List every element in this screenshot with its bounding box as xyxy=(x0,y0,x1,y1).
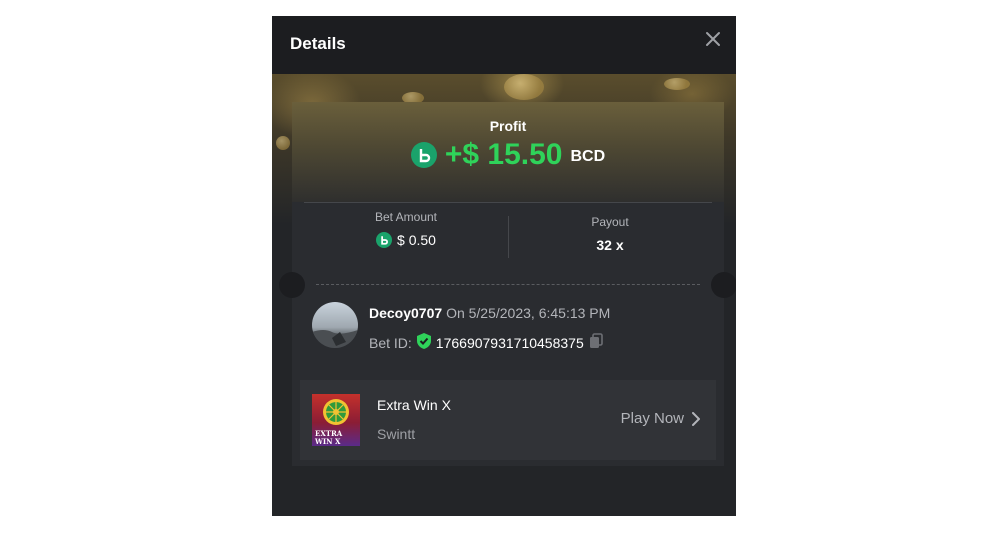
decorative-coin xyxy=(276,136,290,150)
shield-check-icon xyxy=(416,333,431,352)
modal-header: Details xyxy=(272,16,736,74)
bet-amount-stat: Bet Amount $ 0.50 xyxy=(306,210,506,248)
bet-id-value: 1766907931710458375 xyxy=(435,334,584,351)
payout-stat: Payout 32 x xyxy=(510,215,710,253)
profit-label: Profit xyxy=(489,118,527,134)
profit-row: +$ 15.50 BCD xyxy=(292,138,724,172)
modal-title: Details xyxy=(290,34,346,53)
close-button[interactable] xyxy=(704,30,722,48)
avatar-image xyxy=(312,330,358,348)
dashed-separator xyxy=(316,284,700,285)
bet-amount-label: Bet Amount xyxy=(374,210,438,224)
bet-date: On 5/25/2023, 6:45:13 PM xyxy=(446,305,611,321)
bet-id-label: Bet ID: xyxy=(369,334,412,351)
game-row[interactable]: EXTRA WIN X Extra Win X Swintt Play Now xyxy=(300,380,716,460)
bcd-coin-icon xyxy=(376,232,393,248)
bet-details-card: Profit +$ 15.50 BCD Bet Amount $ 0.50 Pa… xyxy=(279,102,736,466)
bet-amount-value-row: $ 0.50 xyxy=(306,232,506,248)
ticket-notch-left xyxy=(279,272,305,298)
username[interactable]: Decoy0707 xyxy=(369,305,442,321)
details-modal: Details Profit +$ 15.50 BCD Bet Amount $… xyxy=(272,16,736,516)
chevron-right-icon xyxy=(692,411,700,426)
profit-section: Profit +$ 15.50 BCD xyxy=(292,102,724,202)
profit-value: +$ 15.50 xyxy=(444,138,563,171)
play-now-label: Play Now xyxy=(620,410,684,427)
profit-currency: BCD xyxy=(570,148,606,165)
game-name[interactable]: Extra Win X xyxy=(377,397,451,413)
game-thumbnail[interactable]: EXTRA WIN X xyxy=(312,394,360,446)
game-provider: Swintt xyxy=(377,426,416,442)
close-icon xyxy=(706,32,720,46)
play-now-button[interactable]: Play Now xyxy=(621,410,700,427)
payout-value: 32 x xyxy=(596,237,624,253)
bet-id-line: Bet ID: 1766907931710458375 xyxy=(369,333,603,352)
payout-label: Payout xyxy=(591,215,629,229)
divider xyxy=(304,202,712,203)
ticket-notch-right xyxy=(711,272,736,298)
avatar[interactable] xyxy=(312,302,358,348)
bcd-coin-icon xyxy=(410,142,437,168)
stat-divider xyxy=(508,216,509,258)
decorative-coin xyxy=(504,74,544,100)
game-thumbnail-text: EXTRA WIN X xyxy=(315,429,343,446)
bet-amount-value: $ 0.50 xyxy=(397,232,436,248)
user-line: Decoy0707 On 5/25/2023, 6:45:13 PM xyxy=(369,305,610,321)
decorative-coin xyxy=(664,78,690,90)
copy-icon[interactable] xyxy=(589,333,603,352)
